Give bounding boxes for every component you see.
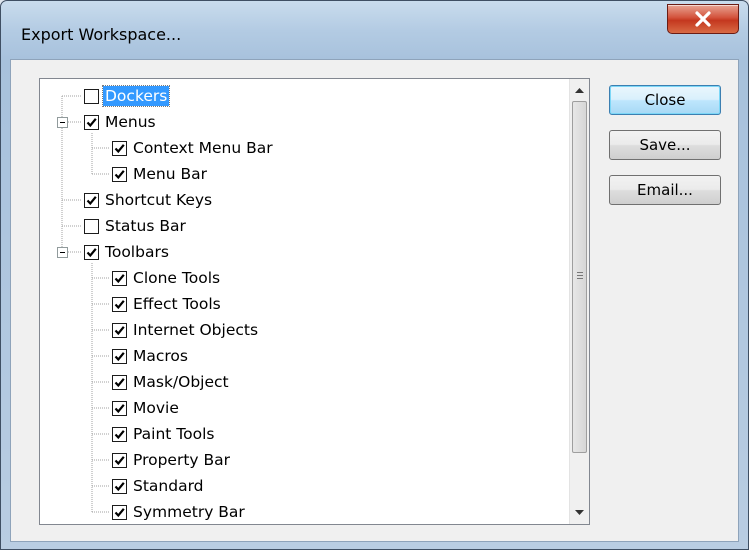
window-title: Export Workspace... xyxy=(21,25,182,44)
save-button-label: Save... xyxy=(639,136,691,154)
collapse-minus-icon[interactable] xyxy=(57,117,68,128)
window-close-button[interactable] xyxy=(667,4,739,34)
tree-item-label: Internet Objects xyxy=(133,321,259,339)
checkmark-icon xyxy=(114,351,125,361)
save-button[interactable]: Save... xyxy=(609,130,721,160)
tree-item[interactable]: Internet Objects xyxy=(112,319,260,341)
tree-item[interactable]: Standard xyxy=(112,475,206,497)
tree-item-label: Dockers xyxy=(101,85,171,107)
checkbox-checked[interactable] xyxy=(84,244,99,260)
checkmark-icon xyxy=(114,273,125,283)
tree-item[interactable]: Dockers xyxy=(84,85,171,107)
checkbox-checked[interactable] xyxy=(112,504,127,520)
tree-item[interactable]: Symmetry Bar xyxy=(112,501,247,523)
checkbox-checked[interactable] xyxy=(84,114,99,130)
checkbox-checked[interactable] xyxy=(84,192,99,208)
checkbox-unchecked[interactable] xyxy=(84,218,99,234)
arrow-up-icon xyxy=(575,88,584,93)
tree-item[interactable]: Menu Bar xyxy=(112,163,209,185)
checkbox-checked[interactable] xyxy=(112,296,127,312)
checkbox-checked[interactable] xyxy=(112,166,127,182)
checkmark-icon xyxy=(114,325,125,335)
tree-item-label: Status Bar xyxy=(105,217,186,235)
checkmark-icon xyxy=(114,455,125,465)
tree-item-label: Paint Tools xyxy=(133,425,215,443)
checkbox-checked[interactable] xyxy=(112,322,127,338)
checkbox-checked[interactable] xyxy=(112,426,127,442)
close-button[interactable]: Close xyxy=(609,85,721,115)
checkmark-icon xyxy=(86,117,97,127)
tree-item[interactable]: Status Bar xyxy=(84,215,188,237)
checkmark-icon xyxy=(114,299,125,309)
tree-item[interactable]: Property Bar xyxy=(112,449,232,471)
checkbox-checked[interactable] xyxy=(112,452,127,468)
tree-item-label: Effect Tools xyxy=(133,295,221,313)
checkmark-icon xyxy=(86,247,97,257)
dialog-body: Dockers Menus Context Menu Bar Menu Bar Shor… xyxy=(10,59,739,542)
tree-item[interactable]: Toolbars xyxy=(84,241,171,263)
tree-item-label: Context Menu Bar xyxy=(133,139,273,157)
scroll-up-button[interactable] xyxy=(570,81,589,100)
tree-item-label: Macros xyxy=(133,347,188,365)
tree-item-label: Symmetry Bar xyxy=(133,503,245,521)
checkmark-icon xyxy=(114,377,125,387)
grip-icon xyxy=(577,272,583,281)
tree-item[interactable]: Effect Tools xyxy=(112,293,223,315)
vertical-scrollbar[interactable] xyxy=(569,79,589,524)
checkbox-checked[interactable] xyxy=(112,270,127,286)
checkmark-icon xyxy=(114,143,125,153)
tree-item-label: Menus xyxy=(105,113,156,131)
scrollbar-thumb[interactable] xyxy=(572,101,587,453)
export-workspace-dialog: Export Workspace... Dockers Menus Context … xyxy=(0,0,749,550)
email-button[interactable]: Email... xyxy=(609,175,721,205)
checkbox-unchecked[interactable] xyxy=(84,88,99,104)
tree-item[interactable]: Mask/Object xyxy=(112,371,231,393)
close-button-label: Close xyxy=(644,91,686,109)
collapse-minus-icon[interactable] xyxy=(57,247,68,258)
tree-item[interactable]: Context Menu Bar xyxy=(112,137,275,159)
tree-item-label: Movie xyxy=(133,399,179,417)
scroll-down-button[interactable] xyxy=(570,503,589,522)
arrow-down-icon xyxy=(575,510,584,515)
tree-item-label: Mask/Object xyxy=(133,373,229,391)
checkmark-icon xyxy=(114,403,125,413)
checkmark-icon xyxy=(114,429,125,439)
title-bar[interactable]: Export Workspace... xyxy=(1,1,748,59)
checkbox-checked[interactable] xyxy=(112,348,127,364)
tree-item-label: Menu Bar xyxy=(133,165,207,183)
checkmark-icon xyxy=(86,195,97,205)
checkbox-checked[interactable] xyxy=(112,374,127,390)
tree-item-label: Clone Tools xyxy=(133,269,221,287)
checkbox-checked[interactable] xyxy=(112,140,127,156)
checkmark-icon xyxy=(114,481,125,491)
workspace-tree[interactable]: Dockers Menus Context Menu Bar Menu Bar Shor… xyxy=(39,78,590,525)
checkbox-checked[interactable] xyxy=(112,400,127,416)
tree-item-label: Toolbars xyxy=(105,243,169,261)
tree-item[interactable]: Menus xyxy=(84,111,158,133)
tree-item-label: Shortcut Keys xyxy=(105,191,213,209)
tree-item[interactable]: Movie xyxy=(112,397,181,419)
checkmark-icon xyxy=(114,507,125,517)
tree-item-label: Standard xyxy=(133,477,204,495)
tree-item[interactable]: Paint Tools xyxy=(112,423,216,445)
close-x-icon xyxy=(695,11,711,27)
tree-item[interactable]: Clone Tools xyxy=(112,267,222,289)
email-button-label: Email... xyxy=(637,181,693,199)
tree-item-label: Property Bar xyxy=(133,451,231,469)
tree-item[interactable]: Shortcut Keys xyxy=(84,189,214,211)
checkmark-icon xyxy=(114,169,125,179)
checkbox-checked[interactable] xyxy=(112,478,127,494)
tree-item[interactable]: Macros xyxy=(112,345,190,367)
